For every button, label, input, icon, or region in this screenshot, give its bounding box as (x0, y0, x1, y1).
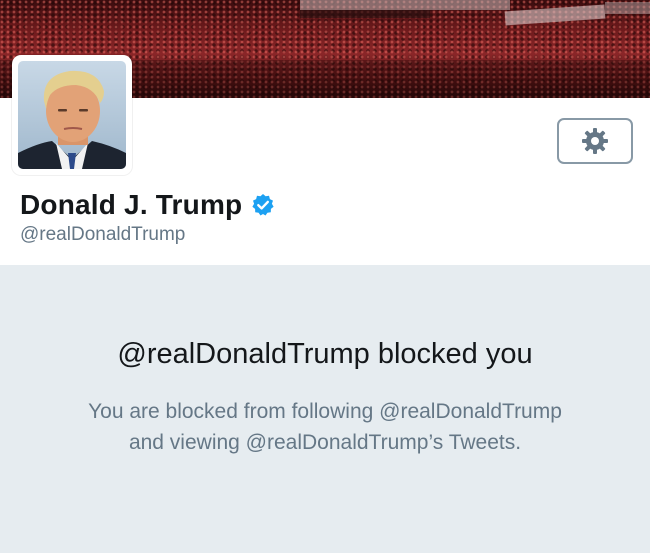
blocked-title: @realDonaldTrump blocked you (117, 338, 533, 370)
verified-badge-icon (251, 193, 275, 217)
profile-name-row: Donald J. Trump (20, 187, 275, 223)
profile-photo (18, 61, 126, 169)
profile-name: Donald J. Trump (20, 189, 243, 220)
blocked-description-line-1: You are blocked from following @realDona… (88, 400, 562, 423)
blocked-description-line-2: and viewing @realDonaldTrump’s Tweets. (128, 431, 522, 454)
blocked-notice: @realDonaldTrump blocked you You are blo… (0, 265, 650, 553)
blocked-description: You are blocked from following @realDona… (0, 396, 650, 458)
settings-button[interactable] (557, 118, 633, 164)
gear-icon (582, 128, 608, 154)
profile-handle: @realDonaldTrump (20, 224, 186, 245)
avatar[interactable] (12, 55, 132, 175)
